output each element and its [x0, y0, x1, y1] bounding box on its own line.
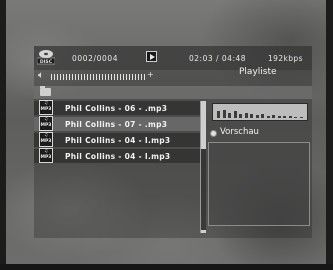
mp3-file-icon: ♫ MP3: [39, 148, 53, 163]
speaker-icon: 🔈︎: [38, 70, 44, 81]
preview-window: [208, 142, 310, 226]
spectrum-bar: [228, 113, 231, 118]
file-name: Phil Collins - 07 - .mp3: [65, 120, 168, 129]
spectrum-bar: [266, 116, 270, 118]
preview-label: Vorschau: [220, 127, 259, 137]
spectrum-bar: [283, 116, 286, 118]
disc-label: DISC: [40, 59, 53, 65]
folder-row[interactable]: [34, 86, 312, 99]
playlist-title: Playliste: [239, 67, 277, 77]
spectrum-bar: [217, 111, 220, 118]
file-row[interactable]: ♫ MP3 Phil Collins - 04 - I.mp3: [34, 148, 200, 163]
spectrum-bar: [299, 117, 303, 118]
track-counter: 0002/0004: [72, 54, 119, 63]
spectrum-bar: [233, 111, 237, 118]
spectrum-bar: [255, 115, 259, 118]
folder-icon: [40, 86, 51, 96]
volume-plus: +: [147, 70, 154, 79]
mp3-file-icon: ♫ MP3: [39, 116, 53, 131]
playback-time: 02:03 / 04:48: [189, 54, 247, 63]
file-row[interactable]: ♫ MP3 Phil Collins - 06 - .mp3: [34, 100, 200, 115]
mp3-file-icon: ♫ MP3: [39, 100, 53, 115]
spectrum-bar: [288, 116, 292, 118]
spectrum-display: [212, 103, 308, 121]
spectrum-bar: [222, 110, 226, 118]
spectrum-bar: [294, 117, 297, 118]
play-icon[interactable]: [146, 51, 157, 62]
spectrum-bar: [277, 116, 281, 118]
disc-icon: DISC: [37, 50, 55, 65]
bitrate: 192kbps: [268, 54, 303, 63]
scroll-down-arrow[interactable]: [201, 230, 206, 233]
scroll-thumb[interactable]: [201, 104, 206, 149]
volume-bar[interactable]: [51, 74, 147, 80]
mp3-file-icon: ♫ MP3: [39, 132, 53, 147]
preview-radio[interactable]: [210, 130, 217, 137]
file-name: Phil Collins - 04 - I.mp3: [65, 136, 171, 145]
file-row[interactable]: ♫ MP3 Phil Collins - 04 - I.mp3: [34, 132, 200, 147]
file-name: Phil Collins - 04 - I.mp3: [65, 152, 171, 161]
spectrum-bar: [272, 115, 275, 118]
spectrum-bar: [250, 114, 253, 118]
spectrum-bar: [239, 114, 242, 118]
spectrum-bar: [244, 113, 248, 118]
list-scrollbar[interactable]: [200, 101, 206, 233]
spectrum-bar: [261, 114, 264, 118]
file-row[interactable]: ♫ MP3 Phil Collins - 07 - .mp3: [34, 116, 200, 131]
file-list: ♫ MP3 Phil Collins - 06 - .mp3 ♫ MP3 Phil …: [34, 100, 200, 165]
file-name: Phil Collins - 06 - .mp3: [65, 104, 168, 113]
